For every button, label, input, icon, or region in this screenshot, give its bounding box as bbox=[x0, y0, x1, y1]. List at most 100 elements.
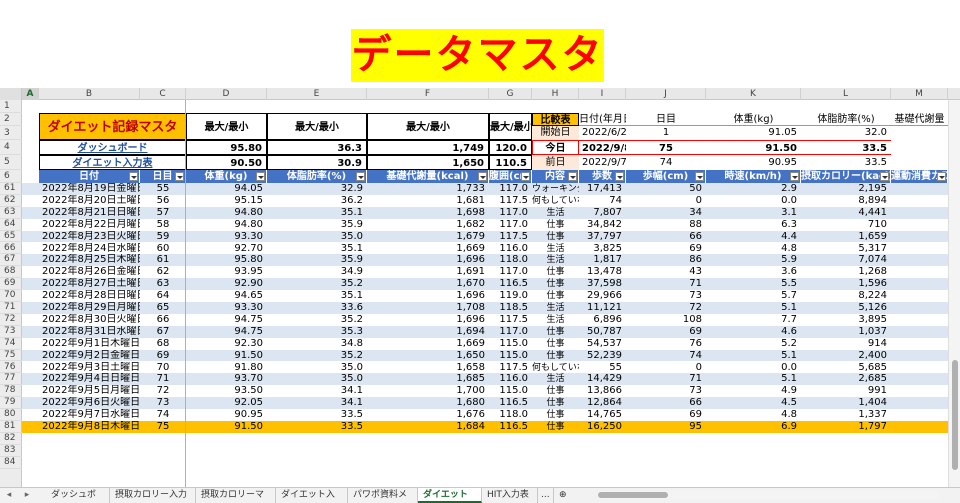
row-header[interactable]: 77 bbox=[0, 373, 22, 386]
table-row[interactable]: 2022年9月4日日曜日 71 93.70 35.0 1,685 116.0 生活 14,42… bbox=[22, 373, 948, 386]
column-filter-header[interactable]: 時速(km/h) bbox=[706, 170, 801, 183]
filter-dropdown-icon[interactable] bbox=[521, 172, 530, 181]
row-header[interactable]: 4 bbox=[0, 140, 22, 155]
sheet-tab[interactable]: ダイエット入力表 bbox=[276, 488, 348, 503]
row-header[interactable]: 63 bbox=[0, 207, 22, 219]
select-all-corner[interactable] bbox=[0, 88, 22, 100]
vertical-scrollbar[interactable] bbox=[948, 100, 960, 487]
column-header-h[interactable]: H bbox=[532, 88, 579, 100]
row-header[interactable]: 71 bbox=[0, 302, 22, 314]
row-header[interactable]: 68 bbox=[0, 266, 22, 279]
filter-dropdown-icon[interactable] bbox=[129, 172, 138, 181]
column-filter-header[interactable]: 日目 bbox=[140, 170, 186, 183]
sheet-tab[interactable]: HIT入力表 bbox=[482, 488, 538, 503]
row-header[interactable]: 2 bbox=[0, 113, 22, 126]
row-header[interactable]: 69 bbox=[0, 278, 22, 291]
sheet-tab[interactable]: 摂取カロリーマスタ bbox=[196, 488, 276, 503]
filter-dropdown-icon[interactable] bbox=[937, 172, 946, 181]
table-row[interactable]: 2022年9月1日木曜日 68 92.30 34.8 1,669 115.0 仕事 54,53… bbox=[22, 338, 948, 350]
table-row[interactable]: 2022年8月20日土曜日 56 95.15 36.2 1,681 117.5 何もしていな… bbox=[22, 195, 948, 207]
column-header-i[interactable]: I bbox=[579, 88, 626, 100]
sheet-tab[interactable]: パワポ資料メモ bbox=[348, 488, 418, 503]
table-row[interactable]: 2022年8月23日火曜日 59 93.30 35.0 1,679 117.5 仕事 37,7… bbox=[22, 230, 948, 243]
column-header-d[interactable]: D bbox=[186, 88, 267, 100]
row-header[interactable]: 79 bbox=[0, 397, 22, 410]
spreadsheet[interactable]: ABCDEFGHIJKLM 1 2 3 4 5 6 61 62 63 64 65 66 67 68 69 70… bbox=[0, 88, 960, 488]
table-row[interactable]: 2022年9月7日水曜日 74 90.95 33.5 1,676 118.0 仕事 14,76… bbox=[22, 409, 948, 421]
row-header[interactable]: 80 bbox=[0, 409, 22, 421]
table-row[interactable]: 2022年8月25日木曜日 61 95.80 35.9 1,696 118.0 生活 1,81… bbox=[22, 254, 948, 267]
filter-dropdown-icon[interactable] bbox=[880, 172, 889, 181]
table-row[interactable]: 2022年8月31日水曜日 67 94.75 35.3 1,694 117.0 仕事 50,7… bbox=[22, 325, 948, 338]
row-header[interactable]: 72 bbox=[0, 314, 22, 326]
column-header-g[interactable]: G bbox=[489, 88, 532, 100]
row-header[interactable]: 83 bbox=[0, 445, 22, 457]
row-header[interactable]: 1 bbox=[0, 100, 22, 113]
horizontal-scrollbar[interactable] bbox=[598, 491, 938, 499]
column-filter-header[interactable]: 体脂肪率(%) bbox=[267, 170, 367, 183]
cell-grid[interactable]: ダイエット記録マスタ ダッシュボード ダイエット入力表 最大/最小 95.80 90.50… bbox=[22, 100, 948, 488]
row-header[interactable]: 81 bbox=[0, 421, 22, 433]
table-row[interactable]: 2022年8月30日火曜日 66 94.75 35.2 1,696 117.5 生活 6,89… bbox=[22, 314, 948, 326]
filter-dropdown-icon[interactable] bbox=[615, 172, 624, 181]
column-header-e[interactable]: E bbox=[267, 88, 367, 100]
row-header[interactable]: 6 bbox=[0, 170, 22, 183]
row-header[interactable]: 84 bbox=[0, 457, 22, 469]
row-header[interactable]: 65 bbox=[0, 231, 22, 243]
row-header[interactable]: 66 bbox=[0, 243, 22, 255]
column-header-k[interactable]: K bbox=[706, 88, 801, 100]
column-header-c[interactable]: C bbox=[140, 88, 186, 100]
row-header[interactable]: 3 bbox=[0, 126, 22, 140]
dashboard-link[interactable]: ダッシュボード bbox=[39, 140, 186, 155]
sheet-tab-more[interactable]: ... bbox=[538, 488, 554, 503]
column-header-l[interactable]: L bbox=[801, 88, 891, 100]
sheet-tab[interactable]: 摂取カロリー入力表 bbox=[110, 488, 196, 503]
column-filter-header[interactable]: 摂取カロリー(kacl) bbox=[801, 170, 891, 183]
sheet-tab[interactable]: ダイエットマスタ bbox=[418, 488, 482, 503]
horizontal-scroll-thumb[interactable] bbox=[598, 492, 668, 498]
filter-dropdown-icon[interactable] bbox=[568, 172, 577, 181]
table-row[interactable]: 2022年9月5日月曜日 72 93.50 34.1 1,700 115.0 仕事 13,86… bbox=[22, 385, 948, 397]
row-header[interactable]: 67 bbox=[0, 254, 22, 267]
column-header-f[interactable]: F bbox=[367, 88, 489, 100]
tab-next-icon[interactable]: ▸ bbox=[20, 488, 34, 503]
row-header[interactable]: 82 bbox=[0, 433, 22, 445]
table-row[interactable]: 2022年8月22日月曜日 58 94.80 35.9 1,682 117.0 仕事 34,8… bbox=[22, 219, 948, 231]
column-filter-header[interactable]: 歩数 bbox=[579, 170, 626, 183]
table-row[interactable]: 2022年8月24日水曜日 60 92.70 35.1 1,669 116.0 生活 3,82… bbox=[22, 243, 948, 255]
row-header[interactable]: 78 bbox=[0, 385, 22, 398]
add-sheet-icon[interactable]: ⊕ bbox=[556, 488, 572, 503]
column-filter-header[interactable]: 体重(kg) bbox=[186, 170, 267, 183]
column-header-m[interactable]: M bbox=[891, 88, 948, 100]
table-row[interactable]: 2022年8月26日金曜日 62 93.95 34.9 1,691 117.0 仕事 13,4… bbox=[22, 266, 948, 278]
filter-dropdown-icon[interactable] bbox=[175, 172, 184, 181]
column-filter-header[interactable]: 腹囲(cm) bbox=[489, 170, 532, 183]
row-header[interactable]: 62 bbox=[0, 195, 22, 207]
filter-dropdown-icon[interactable] bbox=[790, 172, 799, 181]
column-header-b[interactable]: B bbox=[39, 88, 140, 100]
row-header[interactable]: 76 bbox=[0, 362, 22, 374]
column-filter-header[interactable]: 歩幅(cm) bbox=[626, 170, 706, 183]
vertical-scroll-thumb[interactable] bbox=[952, 360, 958, 470]
column-filter-header[interactable]: 運動消費カロ bbox=[891, 170, 948, 183]
table-row[interactable]: 2022年8月27日土曜日 63 92.90 35.2 1,670 116.5 仕事 37,5… bbox=[22, 278, 948, 291]
table-row[interactable]: 2022年8月21日日曜日 57 94.80 35.1 1,698 117.0 生活 7,80… bbox=[22, 206, 948, 219]
table-row[interactable]: 2022年8月28日日曜日 64 94.65 35.1 1,696 119.0 仕事 29,9… bbox=[22, 290, 948, 302]
column-filter-header[interactable]: 基礎代謝量(kcal) bbox=[367, 170, 489, 183]
row-header[interactable]: 61 bbox=[0, 183, 22, 195]
table-row[interactable]: 2022年9月6日火曜日 73 92.05 34.1 1,680 116.5 仕事 12,86… bbox=[22, 397, 948, 410]
table-row[interactable]: 2022年9月3日土曜日 70 91.80 35.0 1,658 117.5 何もしていない… bbox=[22, 362, 948, 374]
filter-dropdown-icon[interactable] bbox=[695, 172, 704, 181]
row-header[interactable]: 64 bbox=[0, 219, 22, 231]
column-header-j[interactable]: J bbox=[626, 88, 706, 100]
column-filter-header[interactable]: 日付 bbox=[39, 170, 140, 183]
row-header[interactable]: 75 bbox=[0, 350, 22, 362]
column-header-a[interactable]: A bbox=[22, 88, 39, 100]
table-row[interactable]: 2022年8月19日金曜日 55 94.05 32.9 1,733 117.0 ウォーキング… bbox=[22, 183, 948, 195]
row-header[interactable]: 73 bbox=[0, 326, 22, 338]
row-header[interactable]: 5 bbox=[0, 155, 22, 170]
filter-dropdown-icon[interactable] bbox=[256, 172, 265, 181]
tab-prev-icon[interactable]: ◂ bbox=[2, 488, 16, 503]
filter-dropdown-icon[interactable] bbox=[356, 172, 365, 181]
column-filter-header[interactable]: 内容 bbox=[532, 170, 579, 183]
